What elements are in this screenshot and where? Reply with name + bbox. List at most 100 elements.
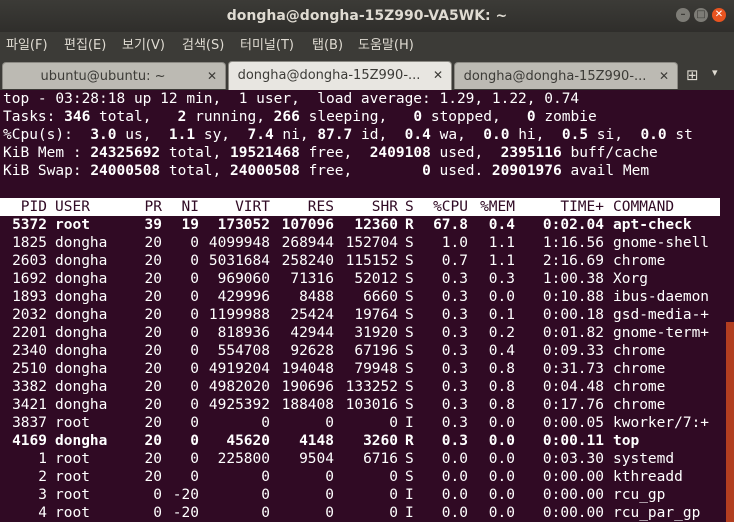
col-command[interactable]: COMMAND <box>613 198 718 216</box>
menu-view[interactable]: 보기(V) <box>122 32 165 60</box>
cell-virt: 0 <box>261 487 270 503</box>
cell-pr: 20 <box>144 469 162 485</box>
cell-time: 0:00.11 <box>542 433 604 449</box>
cell-user: root <box>55 505 90 521</box>
col-pr[interactable]: PR <box>130 198 162 216</box>
tab-close-icon[interactable]: ✕ <box>659 63 669 90</box>
cell-ni: 0 <box>190 325 199 341</box>
cpu-line: %Cpu(s): 3.0 us, 1.1 sy, 7.4 ni, 87.7 id… <box>3 126 693 144</box>
cell-pid: 3837 <box>12 415 47 431</box>
col-ni[interactable]: NI <box>165 198 199 216</box>
tab-dongha-active[interactable]: dongha@dongha-15Z990-... ✕ <box>228 61 452 90</box>
cell-state: S <box>405 343 414 359</box>
cell-res: 194048 <box>281 361 334 377</box>
cell-mem: 0.0 <box>488 487 515 503</box>
cell-mem: 0.0 <box>488 433 515 449</box>
tasks-stopped: 0 <box>413 109 423 125</box>
col-s[interactable]: S <box>405 198 419 216</box>
cell-user: dongha <box>55 307 108 323</box>
tab-label: dongha@dongha-15Z990-... <box>463 69 647 84</box>
cell-shr: 6660 <box>363 289 398 305</box>
cell-virt: 969060 <box>217 271 270 287</box>
close-button[interactable]: ✕ <box>712 8 726 22</box>
cell-user: dongha <box>55 433 108 449</box>
tab-dongha[interactable]: dongha@dongha-15Z990-... ✕ <box>454 62 678 89</box>
menu-terminal[interactable]: 터미널(T) <box>240 32 294 60</box>
col-res[interactable]: RES <box>270 198 334 216</box>
menu-help[interactable]: 도움말(H) <box>358 32 414 60</box>
mem-line: KiB Mem : 24325692 total, 19521468 free,… <box>3 144 658 162</box>
col-user[interactable]: USER <box>55 198 135 216</box>
col-cpu[interactable]: %CPU <box>420 198 468 216</box>
cpu-hi: 0.0 <box>483 127 510 143</box>
scrollbar[interactable] <box>726 322 734 522</box>
cell-res: 107096 <box>281 217 334 233</box>
cell-pid: 3382 <box>12 379 47 395</box>
terminal-view[interactable]: top - 03:28:18 up 12 min, 1 user, load a… <box>0 90 734 522</box>
cell-virt: 818936 <box>217 325 270 341</box>
cell-user: root <box>55 469 90 485</box>
title-bar: dongha@dongha-15Z990-VA5WK: ~ – □ ✕ <box>0 0 734 32</box>
cell-pr: 20 <box>144 397 162 413</box>
cell-pid: 2340 <box>12 343 47 359</box>
menu-file[interactable]: 파일(F) <box>6 32 48 60</box>
tasks-running-label: running, <box>186 109 274 125</box>
cell-state: S <box>405 235 414 251</box>
cell-command: gnome-term+ <box>613 325 710 341</box>
cpu-ni-label: ni, <box>273 127 318 143</box>
swap-total: 24000508 <box>90 163 161 179</box>
cell-res: 71316 <box>290 271 334 287</box>
col-shr[interactable]: SHR <box>334 198 398 216</box>
new-tab-icon[interactable]: ⊞ <box>686 66 699 84</box>
cpu-ni: 7.4 <box>247 127 274 143</box>
col-mem[interactable]: %MEM <box>468 198 515 216</box>
cell-shr: 133252 <box>345 379 398 395</box>
cell-time: 1:16.56 <box>542 235 604 251</box>
mem-buff-label: buff/cache <box>561 145 658 161</box>
col-virt[interactable]: VIRT <box>199 198 270 216</box>
tab-ubuntu[interactable]: ubuntu@ubuntu: ~ ✕ <box>2 62 226 89</box>
cell-mem: 0.3 <box>488 271 515 287</box>
cell-shr: 152704 <box>345 235 398 251</box>
cell-user: root <box>55 487 90 503</box>
tab-close-icon[interactable]: ✕ <box>433 62 443 89</box>
cell-shr: 19764 <box>354 307 398 323</box>
menu-tabs[interactable]: 탭(B) <box>312 32 343 60</box>
menu-search[interactable]: 검색(S) <box>182 32 224 60</box>
menu-edit[interactable]: 편집(E) <box>64 32 106 60</box>
cell-command: gsd-media-+ <box>613 307 710 323</box>
cell-ni: 19 <box>181 217 199 233</box>
cell-mem: 0.0 <box>488 469 515 485</box>
cell-pid: 2603 <box>12 253 47 269</box>
tasks-sleeping: 266 <box>273 109 300 125</box>
cpu-si: 0.5 <box>561 127 589 143</box>
cell-virt: 4925392 <box>208 397 270 413</box>
cell-virt: 0 <box>261 505 270 521</box>
cpu-sy-label: sy, <box>195 127 248 143</box>
swap-label: KiB Swap: <box>3 163 91 179</box>
table-row: 5372 root 39 19 173052 107096 12360 R 67.8 0.4 0:0… <box>0 216 734 234</box>
cell-state: S <box>405 325 414 341</box>
cell-ni: 0 <box>190 397 199 413</box>
cell-cpu: 0.3 <box>441 343 468 359</box>
cell-res: 258240 <box>281 253 334 269</box>
tab-close-icon[interactable]: ✕ <box>207 63 217 90</box>
maximize-button[interactable]: □ <box>694 8 708 22</box>
col-time[interactable]: TIME+ <box>515 198 604 216</box>
swap-used: 0 <box>422 163 431 179</box>
tasks-line: Tasks: 346 total, 2 running, 266 sleepin… <box>3 108 597 126</box>
col-pid[interactable]: PID <box>0 198 47 216</box>
cell-time: 0:00.00 <box>542 487 604 503</box>
cell-command: Xorg <box>613 271 648 287</box>
table-row: 2340 dongha 20 0 554708 92628 67196 S 0.3 0.4 0:09… <box>0 342 734 360</box>
tab-menu-chevron-icon[interactable]: ▾ <box>712 66 718 79</box>
mem-free-label: free, <box>299 145 370 161</box>
cell-user: root <box>55 451 90 467</box>
cell-state: S <box>405 397 414 413</box>
cell-virt: 0 <box>261 469 270 485</box>
minimize-button[interactable]: – <box>676 8 690 22</box>
cell-command: kworker/7:+ <box>613 415 710 431</box>
cell-user: dongha <box>55 235 108 251</box>
cell-pr: 0 <box>153 505 162 521</box>
cell-pr: 20 <box>144 379 162 395</box>
